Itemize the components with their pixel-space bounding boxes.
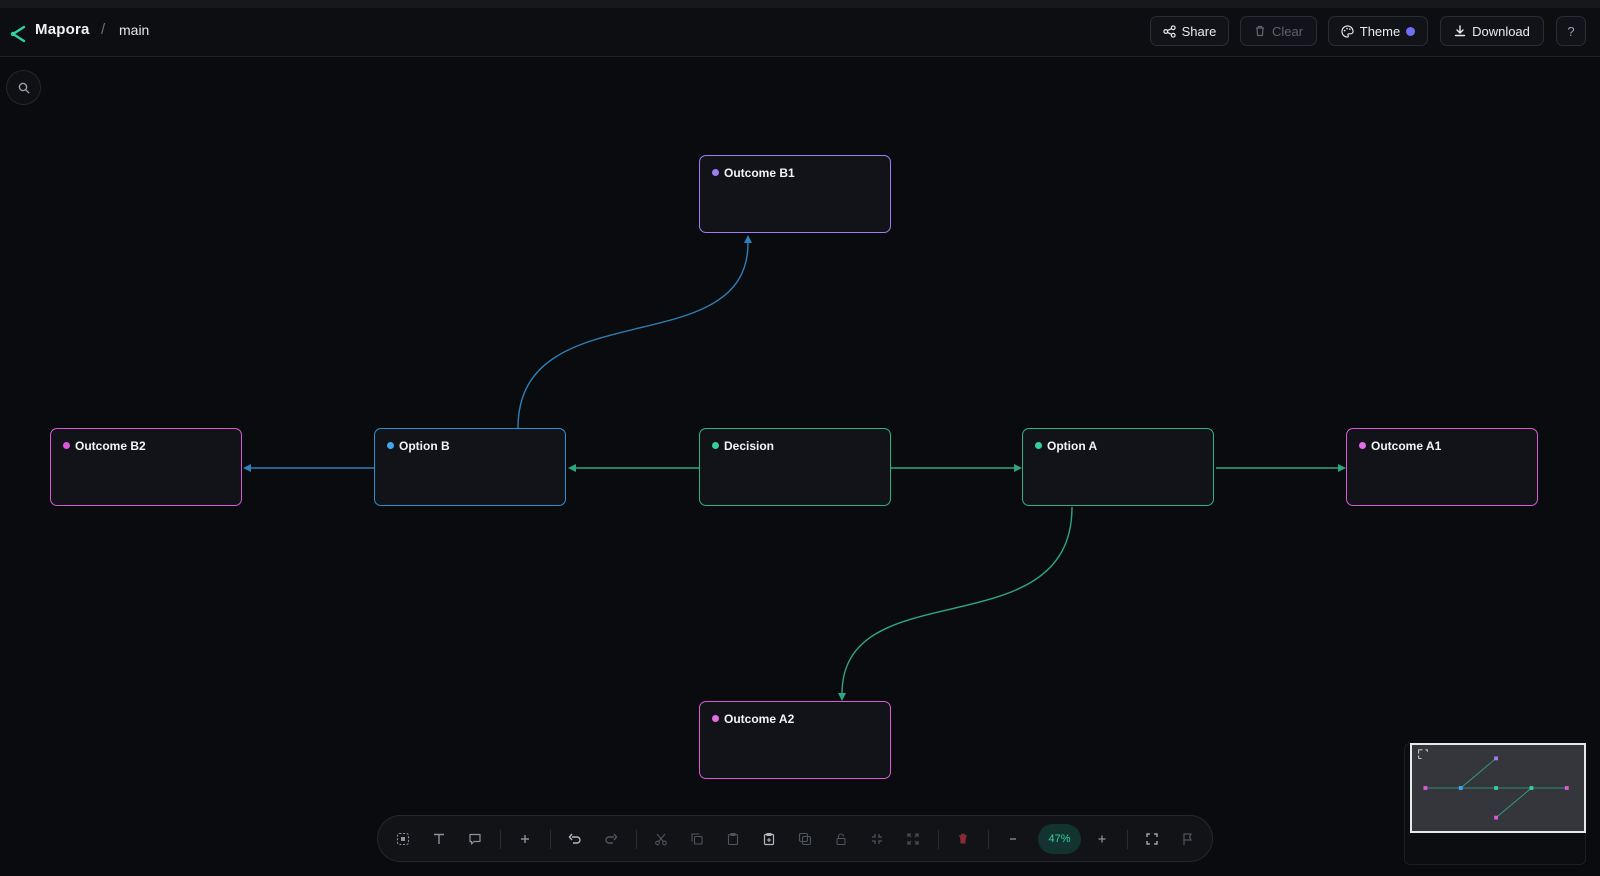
node-label: Option B — [399, 439, 450, 453]
edge-option-b-outcome-b1[interactable] — [517, 235, 752, 429]
clear-label: Clear — [1271, 23, 1304, 39]
edge-decision-option-a[interactable] — [891, 464, 1022, 472]
node-label: Outcome A1 — [1371, 439, 1442, 453]
expand-icon[interactable] — [902, 828, 924, 850]
share-button[interactable]: Share — [1150, 16, 1229, 46]
node-dot — [712, 169, 719, 176]
add-icon[interactable] — [514, 828, 536, 850]
node-option-a[interactable]: Option A — [1022, 428, 1214, 506]
paste-icon[interactable] — [722, 828, 744, 850]
edge-option-a-outcome-a2[interactable] — [838, 506, 1073, 701]
share-icon — [1162, 24, 1176, 38]
fit-view-icon[interactable] — [1141, 828, 1163, 850]
zoom-level[interactable]: 47% — [1038, 824, 1081, 854]
share-label: Share — [1181, 23, 1217, 39]
node-decision[interactable]: Decision — [699, 428, 891, 506]
node-label: Option A — [1047, 439, 1098, 453]
help-button[interactable]: ? — [1556, 16, 1586, 46]
help-label: ? — [1567, 23, 1575, 39]
breadcrumb-current[interactable]: main — [119, 22, 149, 38]
download-label: Download — [1472, 23, 1530, 39]
bottom-toolbar: 47% — [377, 815, 1213, 862]
clear-button[interactable]: Clear — [1240, 16, 1317, 46]
cut-icon[interactable] — [650, 828, 672, 850]
node-dot — [1035, 442, 1042, 449]
collapse-icon[interactable] — [866, 828, 888, 850]
breadcrumb-separator: / — [101, 21, 106, 38]
search-icon — [18, 82, 29, 93]
copy-icon[interactable] — [686, 828, 708, 850]
node-dot — [712, 442, 719, 449]
theme-label: Theme — [1359, 23, 1401, 39]
node-label: Outcome B1 — [724, 166, 795, 180]
node-outcome-a1[interactable]: Outcome A1 — [1346, 428, 1538, 506]
redo-icon[interactable] — [600, 828, 622, 850]
delete-icon[interactable] — [952, 828, 974, 850]
node-option-b[interactable]: Option B — [374, 428, 566, 506]
download-button[interactable]: Download — [1440, 16, 1544, 46]
node-label: Outcome B2 — [75, 439, 146, 453]
flag-icon[interactable] — [1177, 828, 1199, 850]
zoom-out-icon[interactable] — [1002, 828, 1024, 850]
select-icon[interactable] — [392, 828, 414, 850]
node-outcome-b1[interactable]: Outcome B1 — [699, 155, 891, 233]
minimap[interactable] — [1410, 743, 1586, 833]
node-dot — [387, 442, 394, 449]
text-icon[interactable] — [428, 828, 450, 850]
palette-icon — [1341, 24, 1354, 38]
search-button[interactable] — [6, 70, 41, 105]
mapora-logo-icon — [10, 25, 26, 43]
node-outcome-a2[interactable]: Outcome A2 — [699, 701, 891, 779]
minimap-fit-icon[interactable] — [1418, 749, 1428, 759]
download-icon — [1454, 25, 1466, 37]
zoom-in-icon[interactable] — [1091, 828, 1113, 850]
theme-color-indicator — [1406, 26, 1416, 36]
node-dot — [63, 442, 70, 449]
comment-icon[interactable] — [464, 828, 486, 850]
undo-icon[interactable] — [564, 828, 586, 850]
node-outcome-b2[interactable]: Outcome B2 — [50, 428, 242, 506]
lock-icon[interactable] — [830, 828, 852, 850]
edge-option-b-outcome-b2[interactable] — [243, 464, 374, 472]
node-label: Decision — [724, 439, 775, 453]
app-name[interactable]: Mapora — [35, 21, 90, 38]
trash-icon — [1255, 25, 1264, 37]
edge-decision-option-b[interactable] — [568, 464, 699, 472]
top-bar: Mapora / main Share Clear Theme Download… — [0, 8, 1600, 57]
theme-button[interactable]: Theme — [1328, 16, 1428, 46]
edge-option-a-outcome-a1[interactable] — [1216, 464, 1346, 472]
clipboard-icon[interactable] — [758, 828, 780, 850]
node-label: Outcome A2 — [724, 712, 795, 726]
duplicate-icon[interactable] — [794, 828, 816, 850]
node-dot — [712, 715, 719, 722]
node-dot — [1359, 442, 1366, 449]
